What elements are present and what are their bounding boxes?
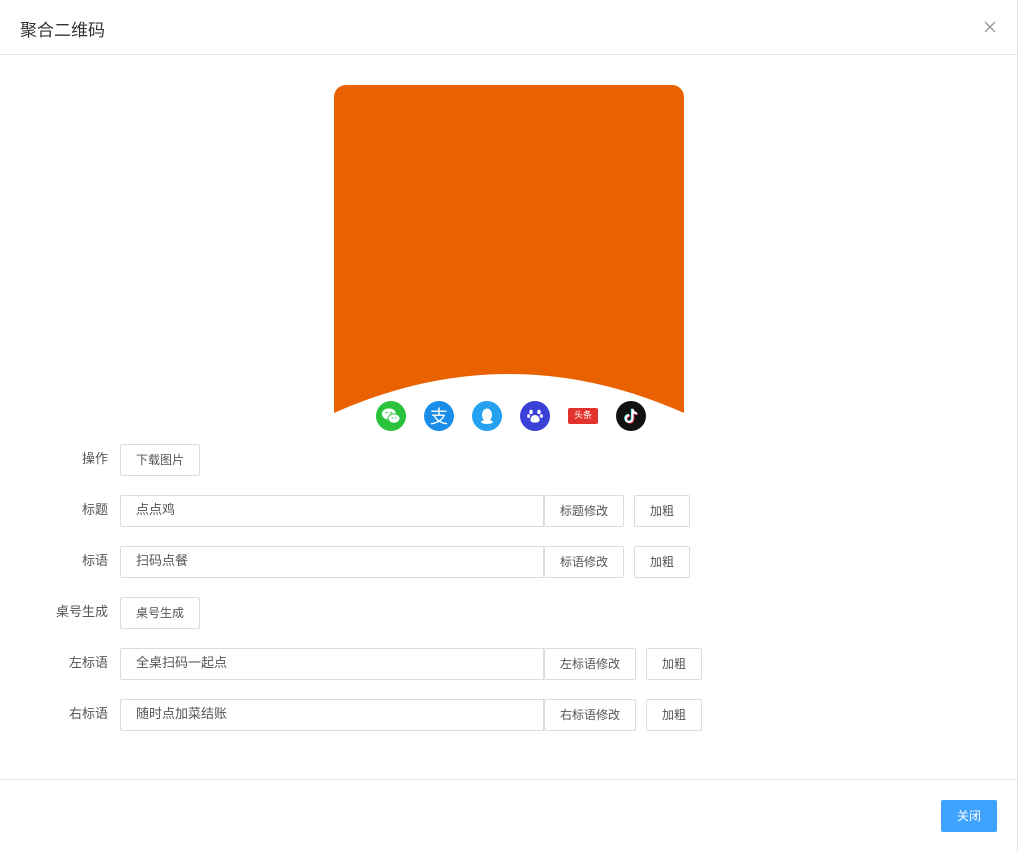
right-slogan-label: 右标语 [68, 707, 108, 722]
left-slogan-modify-button[interactable]: 左标语修改 [544, 648, 636, 680]
left-slogan-bold-button[interactable]: 加粗 [646, 648, 702, 680]
baidu-icon [520, 401, 550, 431]
title-input[interactable]: 点点鸡 [120, 495, 544, 527]
download-image-button[interactable]: 下载图片 [120, 444, 200, 476]
table-number-label: 桌号生成 [55, 605, 108, 620]
douyin-icon [616, 401, 646, 431]
wechat-icon [376, 401, 406, 431]
poster-curve [334, 374, 684, 435]
right-slogan-row: 右标语 随时点加菜结账 右标语修改 加粗 [0, 699, 1018, 731]
slogan-label: 标语 [81, 554, 108, 569]
slogan-modify-button[interactable]: 标语修改 [544, 546, 624, 578]
dialog-footer: 关闭 [0, 779, 1018, 852]
qr-poster-preview [334, 85, 684, 435]
close-icon[interactable] [981, 18, 999, 36]
right-slogan-modify-button[interactable]: 右标语修改 [544, 699, 636, 731]
title-label: 标题 [81, 503, 108, 518]
left-slogan-row: 左标语 全桌扫码一起点 左标语修改 加粗 [0, 648, 1018, 680]
slogan-row: 标语 扫码点餐 标语修改 加粗 [0, 546, 1018, 578]
right-slogan-bold-button[interactable]: 加粗 [646, 699, 702, 731]
close-button[interactable]: 关闭 [941, 800, 997, 832]
qq-icon [472, 401, 502, 431]
dialog-header: 聚合二维码 [0, 0, 1018, 55]
title-modify-button[interactable]: 标题修改 [544, 495, 624, 527]
table-number-row: 桌号生成 桌号生成 [0, 597, 1018, 629]
alipay-icon: 支 [424, 401, 454, 431]
alipay-glyph: 支 [430, 407, 448, 428]
table-number-generate-button[interactable]: 桌号生成 [120, 597, 200, 629]
slogan-input[interactable]: 扫码点餐 [120, 546, 544, 578]
payment-icons: 支 头条 [376, 401, 646, 431]
left-slogan-label: 左标语 [68, 656, 108, 671]
title-bold-button[interactable]: 加粗 [634, 495, 690, 527]
slogan-bold-button[interactable]: 加粗 [634, 546, 690, 578]
dialog-title: 聚合二维码 [20, 21, 105, 41]
operation-row: 操作 下载图片 [0, 444, 1018, 476]
qr-dialog: 聚合二维码 支 头条 操作 下载图片 标题 点点鸡 标题修改 加粗 标语 扫码点… [0, 0, 1018, 852]
title-row: 标题 点点鸡 标题修改 加粗 [0, 495, 1018, 527]
poster-background [334, 85, 684, 435]
left-slogan-input[interactable]: 全桌扫码一起点 [120, 648, 544, 680]
toutiao-icon: 头条 [568, 401, 598, 431]
right-slogan-input[interactable]: 随时点加菜结账 [120, 699, 544, 731]
toutiao-glyph: 头条 [568, 408, 598, 424]
operation-label: 操作 [81, 452, 108, 467]
